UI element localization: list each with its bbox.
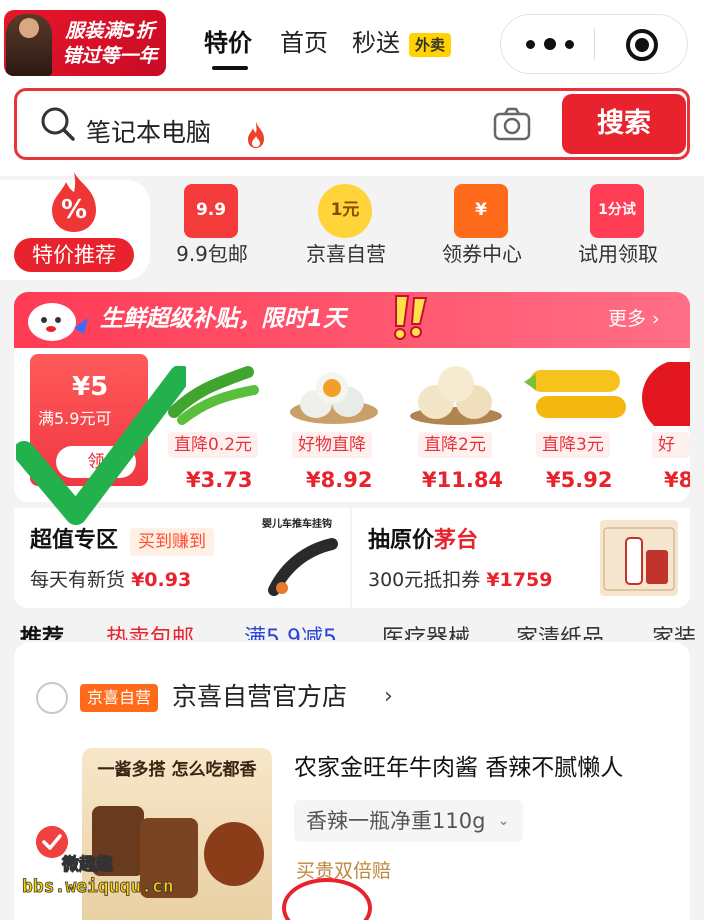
category-zhiying-label[interactable]: 京喜自营: [294, 240, 398, 268]
maotai-title-prefix: 抽原价: [368, 528, 435, 553]
fresh-item-price: ¥5.92: [546, 468, 613, 492]
close-miniapp-icon[interactable]: [626, 29, 658, 61]
feed-tab-strip: 推荐 热卖包邮 满5.9减5 医疗器械 家清纸品 家装: [0, 618, 704, 640]
site-watermark: 微趣趣 bbs.weiququ.cn: [18, 846, 208, 906]
fresh-item-price: ¥11.84: [422, 468, 504, 492]
hot-fire-icon: [248, 122, 264, 148]
promo-model-image: [6, 14, 52, 76]
promo-banner[interactable]: 服装满5折 错过等一年: [4, 10, 166, 76]
maotai-subtitle: 300元抵扣券 ¥1759: [368, 566, 552, 594]
maotai-bottle-image[interactable]: [600, 520, 678, 596]
salted-egg-image[interactable]: [286, 362, 382, 426]
feed-tab[interactable]: 家装: [652, 624, 696, 640]
product-spec-selector[interactable]: 香辣一瓶净重110g ⌄: [294, 800, 524, 842]
tab-miaosong[interactable]: 秒送: [352, 26, 400, 60]
joy-dog-mascot-icon: [28, 303, 88, 341]
coupon-condition: 满5.9元可: [38, 409, 112, 428]
promo-line-1: 服装满5折: [65, 20, 155, 42]
egg-image[interactable]: [406, 362, 506, 426]
tab-tejia[interactable]: 特价: [204, 26, 252, 60]
watermark-title: 微趣趣: [62, 855, 114, 876]
feed-tab[interactable]: 家清纸品: [516, 624, 604, 640]
value-zone-title: 超值专区: [30, 528, 119, 553]
waimai-badge: 外卖: [409, 33, 452, 57]
value-zone-subtitle: 每天有新货 ¥0.93: [30, 566, 191, 594]
active-tab-indicator: [212, 66, 248, 70]
capsule-divider: [594, 28, 595, 60]
stroller-hook-icon: [268, 538, 338, 596]
feed-tab[interactable]: 推荐: [20, 624, 64, 640]
category-lingquan-label[interactable]: 领券中心: [428, 240, 536, 268]
fresh-subsidy-title: 生鲜超级补贴，限时1天: [100, 306, 347, 332]
category-baoyou-label[interactable]: 9.9包邮: [160, 240, 264, 268]
fresh-item-price: ¥3.73: [186, 468, 253, 492]
value-zone-badge: 买到赚到: [130, 528, 214, 556]
watermark-url: bbs.weiququ.cn: [22, 876, 175, 898]
self-operated-badge: 京喜自营: [80, 684, 159, 712]
one-yuan-badge-icon[interactable]: 1元: [318, 184, 372, 238]
coupon-value: ¥5: [72, 372, 109, 402]
chevron-down-icon: ⌄: [497, 813, 510, 829]
value-zone-price: ¥0.93: [131, 569, 192, 591]
category-baoyou-icon-text: 9.9: [195, 200, 227, 220]
store-name-link[interactable]: 京喜自营官方店: [172, 680, 347, 714]
product-title[interactable]: 农家金旺年牛肉酱 香辣不腻懒人: [294, 752, 623, 784]
product-image-caption: 一酱多搭 怎么吃都香: [97, 760, 257, 780]
fresh-item-tag: 直降2元: [418, 432, 492, 458]
more-dots-icon[interactable]: [526, 30, 574, 58]
discount-fire-icon[interactable]: %: [44, 170, 104, 234]
camera-icon[interactable]: [492, 106, 532, 142]
category-zhiying-icon-text: 1元: [330, 200, 360, 220]
fresh-item-price: ¥8: [664, 468, 690, 492]
feed-tab[interactable]: 医疗器械: [382, 624, 470, 640]
fresh-item-price: ¥8.92: [306, 468, 373, 492]
category-shiyong-icon-text: 1分试: [598, 202, 636, 218]
tab-home[interactable]: 首页: [280, 26, 328, 60]
tomato-image[interactable]: [640, 362, 690, 426]
category-tejia-label[interactable]: 特价推荐: [14, 238, 134, 272]
maotai-price: ¥1759: [486, 569, 553, 591]
feed-tab[interactable]: 热卖包邮: [106, 624, 194, 640]
stroller-hook-image[interactable]: 婴儿车推车挂钩: [262, 518, 344, 600]
search-query-text: 笔记本电脑: [86, 118, 212, 147]
fresh-more-link[interactable]: 更多 ›: [608, 306, 660, 332]
store-select-radio[interactable]: [36, 682, 68, 714]
trial-bag-icon[interactable]: 1分试: [590, 184, 644, 238]
svg-text:%: %: [61, 195, 87, 225]
category-lingquan-icon-text: ¥: [475, 200, 487, 220]
category-shiyong-label[interactable]: 试用领取: [564, 240, 672, 268]
green-pepper-image[interactable]: [164, 362, 260, 426]
search-icon: [41, 107, 75, 141]
product-spec-text: 香辣一瓶净重110g: [306, 809, 486, 833]
stroller-hook-caption: 婴儿车推车挂钩: [262, 519, 332, 530]
search-button[interactable]: 搜索: [562, 94, 686, 154]
maotai-title: 抽原价茅台: [368, 526, 478, 556]
fresh-item-tag: 直降3元: [536, 432, 610, 458]
feed-tab[interactable]: 满5.9减5: [244, 624, 337, 640]
chevron-right-icon[interactable]: ›: [384, 680, 393, 714]
sauce-dish-image: [204, 822, 264, 886]
maotai-title-accent: 茅台: [434, 528, 479, 553]
value-zone-sub-prefix: 每天有新货: [30, 569, 126, 591]
fresh-item-tag: 好物直降: [292, 432, 372, 458]
fresh-item-tag: 直降0.2元: [168, 432, 259, 458]
promo-line-2: 错过等一年: [62, 45, 158, 67]
coupon-icon[interactable]: ¥: [454, 184, 508, 238]
gift-box-icon[interactable]: 9.9: [184, 184, 238, 238]
corn-image[interactable]: [522, 362, 628, 426]
fresh-item-tag: 好物: [652, 432, 690, 458]
maotai-sub-prefix: 300元抵扣券: [368, 569, 481, 591]
exclamation-icon: [394, 295, 428, 340]
coupon-claim-button[interactable]: 领: [56, 446, 136, 478]
